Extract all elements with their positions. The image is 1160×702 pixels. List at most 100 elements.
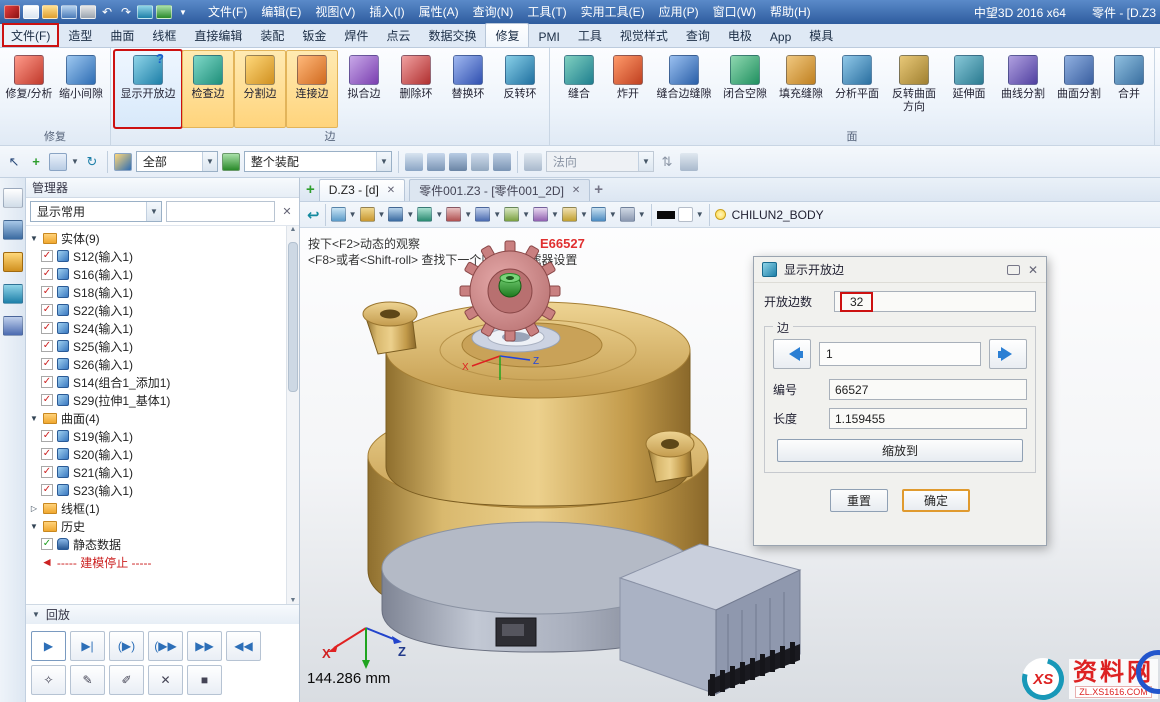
menu-attributes[interactable]: 属性(A) xyxy=(412,0,466,24)
next-edge-button[interactable] xyxy=(989,339,1027,369)
ribbon-tab-sheet-metal[interactable]: 钣金 xyxy=(293,23,335,47)
ribbon-tab-surface[interactable]: 曲面 xyxy=(101,23,143,47)
ribbon-tab-visualize[interactable]: 视觉样式 xyxy=(611,23,677,47)
ribbon-tab-direct-edit[interactable]: 直接编辑 xyxy=(185,23,251,47)
refresh-icon[interactable]: ↻ xyxy=(83,154,101,170)
replay-stop-button[interactable]: ■ xyxy=(187,665,222,695)
white-background-icon[interactable] xyxy=(678,207,693,222)
rotate-view-icon[interactable] xyxy=(533,207,548,222)
tree-item[interactable]: ✓S29(拉伸1_基体1) xyxy=(29,391,285,409)
visibility-checkbox[interactable]: ✓ xyxy=(41,250,53,262)
ribbon-tab-repair[interactable]: 修复 xyxy=(485,23,529,47)
visibility-checkbox[interactable]: ✓ xyxy=(41,268,53,280)
menu-insert[interactable]: 插入(I) xyxy=(362,0,411,24)
dialog-title-bar[interactable]: 显示开放边 ✕ xyxy=(754,257,1046,283)
expand-icon[interactable]: ▷ xyxy=(29,504,39,513)
close-tab-icon[interactable]: ✕ xyxy=(572,185,580,196)
ribbon-tab-inquire[interactable]: 查询 xyxy=(677,23,719,47)
replace-loop-button[interactable]: 替换环 xyxy=(442,50,494,128)
ribbon-tab-mold[interactable]: 模具 xyxy=(800,23,842,47)
section-view-icon[interactable] xyxy=(446,207,461,222)
edge-length-field[interactable]: 1.159455 xyxy=(829,408,1027,429)
reset-button[interactable]: 重置 xyxy=(830,489,888,512)
collapse-icon[interactable]: ▼ xyxy=(29,414,39,423)
caret-icon[interactable]: ▼ xyxy=(378,210,386,219)
replay-collapse-icon[interactable]: ▼ xyxy=(32,610,40,619)
tree-scrollbar[interactable]: ▲▼ xyxy=(286,226,299,604)
tree-folder-history[interactable]: ▼ 历史 xyxy=(29,517,285,535)
tree-item[interactable]: ✓S21(输入1) xyxy=(29,463,285,481)
add-selection-icon[interactable]: + xyxy=(27,154,45,169)
part-icon[interactable] xyxy=(3,252,23,272)
print-icon[interactable] xyxy=(80,5,96,19)
annotate-icon[interactable] xyxy=(591,207,606,222)
tree-item[interactable]: ✓S23(输入1) xyxy=(29,481,285,499)
collapse-icon[interactable]: ▼ xyxy=(29,522,39,531)
tree-item[interactable]: ✓S25(输入1) xyxy=(29,337,285,355)
ribbon-tab-point-cloud[interactable]: 点云 xyxy=(377,23,419,47)
replay-curve-button[interactable]: ✧ xyxy=(31,665,66,695)
selection-set-icon[interactable] xyxy=(49,153,67,171)
tree-item[interactable]: ✓S22(输入1) xyxy=(29,301,285,319)
document-tab-active[interactable]: D.Z3 - [d] ✕ xyxy=(319,179,405,201)
caret-icon[interactable]: ▼ xyxy=(464,210,472,219)
filter-display-icon[interactable] xyxy=(114,153,132,171)
visibility-checkbox[interactable]: ✓ xyxy=(41,394,53,406)
caret-icon[interactable]: ▼ xyxy=(493,210,501,219)
visibility-checkbox[interactable]: ✓ xyxy=(41,304,53,316)
ribbon-tab-tools[interactable]: 工具 xyxy=(569,23,611,47)
scrollbar-thumb[interactable] xyxy=(288,242,298,392)
menu-window[interactable]: 窗口(W) xyxy=(706,0,763,24)
visibility-checkbox[interactable]: ✓ xyxy=(41,358,53,370)
replay-rewind-button[interactable]: ◀◀ xyxy=(226,631,261,661)
list-mode-icon[interactable] xyxy=(405,153,423,171)
view-icon[interactable] xyxy=(137,5,153,19)
pick-from-list-icon[interactable] xyxy=(449,153,467,171)
surface-split-button[interactable]: 曲面分割 xyxy=(1051,50,1107,128)
replay-edit-button[interactable]: ✎ xyxy=(70,665,105,695)
selection-set-caret-icon[interactable]: ▼ xyxy=(71,157,79,166)
tree-item[interactable]: ✓S26(输入1) xyxy=(29,355,285,373)
pick-region-icon[interactable] xyxy=(471,153,489,171)
split-edge-button[interactable]: 分割边 xyxy=(234,50,286,128)
menu-view[interactable]: 视图(V) xyxy=(308,0,362,24)
reverse-face-direction-button[interactable]: 反转曲面方向 xyxy=(885,50,943,128)
open-file-icon[interactable] xyxy=(42,5,58,19)
replay-play-to-button[interactable]: (▶) xyxy=(109,631,144,661)
document-tab[interactable]: 零件001.Z3 - [零件001_2D] ✕ xyxy=(409,179,590,201)
csys-icon[interactable] xyxy=(360,207,375,222)
manager-filter-input[interactable] xyxy=(166,201,275,222)
curve-split-button[interactable]: 曲线分割 xyxy=(995,50,1051,128)
new-document-icon[interactable]: + xyxy=(306,181,315,198)
tree-item[interactable]: ✓S20(输入1) xyxy=(29,445,285,463)
ribbon-tab-wireframe[interactable]: 线框 xyxy=(143,23,185,47)
tree-item[interactable]: ✓S19(输入1) xyxy=(29,427,285,445)
close-gap-button[interactable]: 闭合空隙 xyxy=(717,50,773,128)
app-logo-icon[interactable] xyxy=(4,5,20,19)
ribbon-tab-electrode[interactable]: 电极 xyxy=(719,23,761,47)
replay-edit-key-button[interactable]: ✐ xyxy=(109,665,144,695)
explode-button[interactable]: 炸开 xyxy=(605,50,651,128)
save-icon[interactable] xyxy=(61,5,77,19)
ribbon-tab-file[interactable]: 文件(F) xyxy=(2,23,59,47)
new-file-icon[interactable] xyxy=(23,5,39,19)
ribbon-tab-shape[interactable]: 造型 xyxy=(59,23,101,47)
visibility-checkbox[interactable]: ✓ xyxy=(41,448,53,460)
ok-button[interactable]: 确定 xyxy=(902,489,970,512)
display-mode-icon[interactable] xyxy=(388,207,403,222)
caret-icon[interactable]: ▼ xyxy=(435,210,443,219)
caret-icon[interactable]: ▼ xyxy=(406,210,414,219)
visibility-checkbox[interactable]: ✓ xyxy=(41,322,53,334)
swap-icon[interactable]: ⇅ xyxy=(658,154,676,170)
visibility-checkbox[interactable]: ✓ xyxy=(41,286,53,298)
visibility-checkbox[interactable]: ✓ xyxy=(41,340,53,352)
fit-edge-button[interactable]: 拟合边 xyxy=(338,50,390,128)
orient-icon[interactable] xyxy=(156,5,172,19)
ribbon-tab-weldment[interactable]: 焊件 xyxy=(335,23,377,47)
menu-edit[interactable]: 编辑(E) xyxy=(254,0,308,24)
shade-mode-icon[interactable] xyxy=(417,207,432,222)
edge-index-field[interactable]: 1 xyxy=(819,342,981,366)
manager-panel-icon[interactable] xyxy=(3,188,23,208)
open-edges-count-field[interactable]: 32 xyxy=(834,291,1036,312)
dialog-help-bubble-icon[interactable] xyxy=(1007,265,1020,275)
